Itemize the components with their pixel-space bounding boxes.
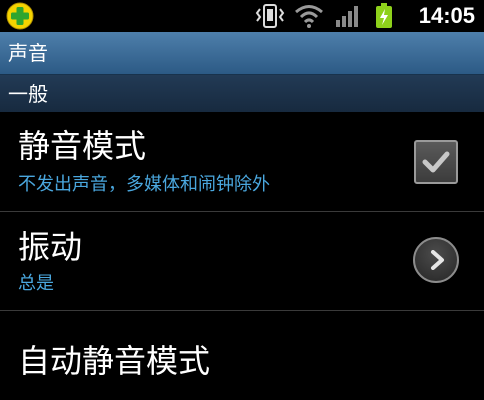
setting-title: 静音模式 — [18, 127, 147, 165]
plus-shield-app-icon[interactable] — [6, 2, 34, 30]
title-bar: 声音 — [0, 32, 484, 75]
vibrate-options-button[interactable] — [413, 237, 459, 283]
wifi-icon — [294, 3, 324, 33]
setting-auto-silent-mode[interactable]: 自动静音模式 — [0, 311, 484, 400]
silent-mode-checkbox[interactable] — [414, 140, 458, 184]
vibrate-icon — [254, 3, 286, 33]
status-bar: 14:05 — [0, 0, 484, 32]
battery-charging-icon — [374, 3, 394, 33]
setting-summary: 不发出声音，多媒体和闹钟除外 — [18, 174, 270, 195]
section-header-label: 一般 — [8, 82, 48, 106]
checkmark-icon — [422, 151, 450, 173]
page-title: 声音 — [8, 41, 48, 65]
chevron-right-icon — [431, 250, 444, 270]
section-header: 一般 — [0, 75, 484, 112]
setting-silent-mode[interactable]: 静音模式 不发出声音，多媒体和闹钟除外 — [0, 113, 484, 211]
setting-title: 自动静音模式 — [18, 342, 211, 380]
signal-icon — [334, 3, 362, 33]
setting-title: 振动 — [18, 228, 83, 266]
setting-summary: 总是 — [18, 273, 54, 294]
setting-vibrate[interactable]: 振动 总是 — [0, 212, 484, 310]
status-clock: 14:05 — [418, 3, 475, 28]
